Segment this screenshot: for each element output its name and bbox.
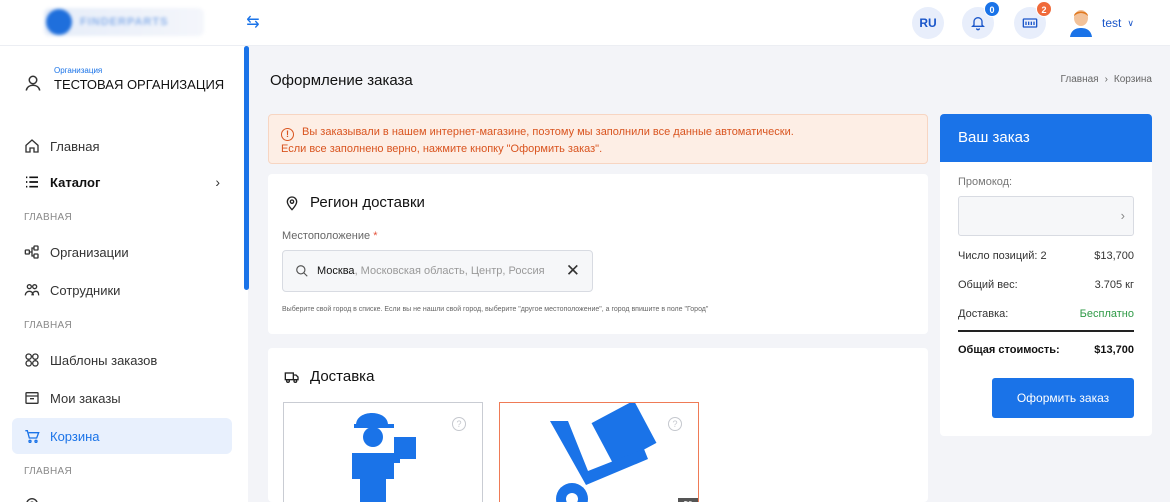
delivery-region-card: Регион доставки Местоположение * Москва … (268, 174, 928, 334)
sidebar-item-label: Корзина (50, 428, 100, 444)
summary-divider (958, 330, 1134, 332)
chevron-down-icon: ∨ (1127, 17, 1134, 28)
notifications-badge: 0 (984, 1, 1000, 17)
checkout-button[interactable]: Оформить заказ (992, 378, 1134, 418)
org-name: ТЕСТОВАЯ ОРГАНИЗАЦИЯ (54, 77, 225, 92)
warning-icon: ! (281, 128, 294, 141)
list-icon (26, 176, 38, 188)
delivery-card: Доставка ? ? $0 (268, 348, 928, 502)
promo-label: Промокод: (958, 176, 1013, 188)
logo-mark (46, 9, 72, 35)
delivery-cost-label: Доставка: (958, 308, 1009, 320)
sidebar-item-more[interactable] (12, 486, 232, 502)
alert-line-2: Если все заполнено верно, нажмите кнопку… (281, 143, 603, 155)
location-hint: Выберите свой город в списке. Если вы не… (282, 306, 709, 313)
org-tree-icon (24, 245, 39, 259)
weight-value: 3.705 кг (1094, 279, 1134, 291)
location-city: Москва (317, 265, 355, 277)
orders-icon (25, 392, 39, 404)
help-icon[interactable]: ? (668, 417, 682, 431)
location-input[interactable]: Москва , Московская область, Центр, Росс… (282, 250, 593, 292)
organization-block[interactable]: Организация ТЕСТОВАЯ ОРГАНИЗАЦИЯ (24, 66, 224, 92)
user-menu[interactable]: test ∨ (1068, 9, 1134, 37)
weight-label: Общий вес: (958, 279, 1018, 291)
logo-text: FINDERPARTS (80, 16, 169, 28)
notifications-button[interactable]: 0 (962, 1, 1000, 39)
order-summary-title: Ваш заказ (940, 114, 1152, 162)
top-bar: FINDERPARTS ⇆ RU 0 2 test ∨ (0, 0, 1170, 46)
sidebar-item-label: Организации (50, 244, 129, 260)
location-pin-icon (286, 195, 298, 211)
sidebar-item-label: Шаблоны заказов (50, 352, 158, 368)
promo-code-input[interactable]: › (958, 196, 1134, 236)
sidebar-item-label: Каталог (50, 174, 101, 190)
location-details: , Московская область, Центр, Россия (354, 265, 545, 277)
total-row: Общая стоимость: $13,700 (958, 344, 1134, 356)
sidebar-toggle-icon[interactable]: ⇆ (242, 12, 264, 34)
users-icon (24, 284, 40, 296)
cart-top-button[interactable]: 2 (1014, 1, 1052, 39)
total-label: Общая стоимость: (958, 344, 1060, 356)
user-icon (25, 75, 41, 91)
avatar (1070, 10, 1092, 37)
region-heading: Регион доставки (284, 194, 425, 211)
language-switcher[interactable]: RU (912, 7, 944, 39)
hand-truck-icon (550, 403, 657, 502)
items-count-label: Число позиций: 2 (958, 250, 1047, 262)
sidebar-item-label: Главная (50, 138, 100, 154)
sidebar-item-label: Сотрудники (50, 282, 121, 298)
templates-icon (25, 353, 39, 367)
delivery-option-courier[interactable]: ? (283, 402, 483, 502)
sidebar-item-employees[interactable]: Сотрудники (12, 272, 232, 308)
sidebar-item-home[interactable]: Главная (12, 128, 232, 164)
breadcrumb-separator-icon: › (1104, 74, 1108, 85)
help-icon[interactable]: ? (452, 417, 466, 431)
gear-icon (26, 498, 38, 502)
items-count-row: Число позиций: 2 $13,700 (958, 250, 1134, 262)
sidebar-section-title: ГЛАВНАЯ (24, 466, 72, 477)
org-caption: Организация (54, 66, 103, 75)
page-title: Оформление заказа (270, 72, 413, 89)
delivery-cost-value: Бесплатно (1079, 308, 1134, 320)
delivery-option-pickup[interactable]: ? $0 (499, 402, 699, 502)
items-amount: $13,700 (1094, 250, 1134, 262)
sidebar-section-title: ГЛАВНАЯ (24, 320, 72, 331)
brand-logo[interactable]: FINDERPARTS (44, 8, 204, 36)
sidebar-item-label: Мои заказы (50, 390, 121, 406)
truck-icon (284, 371, 299, 383)
sidebar-section-title: ГЛАВНАЯ (24, 212, 72, 223)
breadcrumb-current: Корзина (1113, 74, 1152, 85)
sidebar-item-organizations[interactable]: Организации (12, 234, 232, 270)
total-value: $13,700 (1094, 344, 1134, 356)
autofill-alert: ! Вы заказывали в нашем интернет-магазине… (268, 114, 928, 164)
order-summary: Ваш заказ Промокод: › Число позиций: 2 $… (940, 114, 1152, 436)
region-title: Регион доставки (310, 194, 425, 211)
sidebar-item-order-templates[interactable]: Шаблоны заказов (12, 342, 232, 378)
chevron-right-icon[interactable]: › (1121, 208, 1125, 223)
delivery-heading: Доставка (284, 368, 374, 385)
location-label: Местоположение * (282, 230, 378, 242)
breadcrumb-home-link[interactable]: Главная (1061, 74, 1099, 85)
bell-icon (971, 17, 985, 31)
home-icon (25, 139, 39, 153)
weight-row: Общий вес: 3.705 кг (958, 279, 1134, 291)
search-icon (296, 265, 308, 277)
delivery-title: Доставка (310, 368, 375, 385)
alert-line-1: Вы заказывали в нашем интернет-магазине,… (302, 126, 794, 138)
user-name: test (1102, 16, 1122, 30)
cart-icon (25, 430, 40, 443)
cart-badge: 2 (1036, 1, 1052, 17)
sidebar: Организация ТЕСТОВАЯ ОРГАНИЗАЦИЯ Главная… (0, 46, 248, 502)
chevron-right-icon: › (215, 174, 220, 190)
courier-icon (352, 413, 416, 502)
sidebar-item-cart[interactable]: Корзина (12, 418, 232, 454)
delivery-cost-row: Доставка: Бесплатно (958, 308, 1134, 320)
breadcrumb: Главная › Корзина (1061, 74, 1153, 85)
delivery-price-tag: $0 (678, 498, 698, 502)
register-icon (1022, 18, 1038, 28)
sidebar-item-my-orders[interactable]: Мои заказы (12, 380, 232, 416)
sidebar-scrollbar[interactable] (244, 46, 249, 290)
clear-icon[interactable]: ✕ (566, 261, 580, 281)
sidebar-item-catalog[interactable]: Каталог › (12, 164, 232, 200)
